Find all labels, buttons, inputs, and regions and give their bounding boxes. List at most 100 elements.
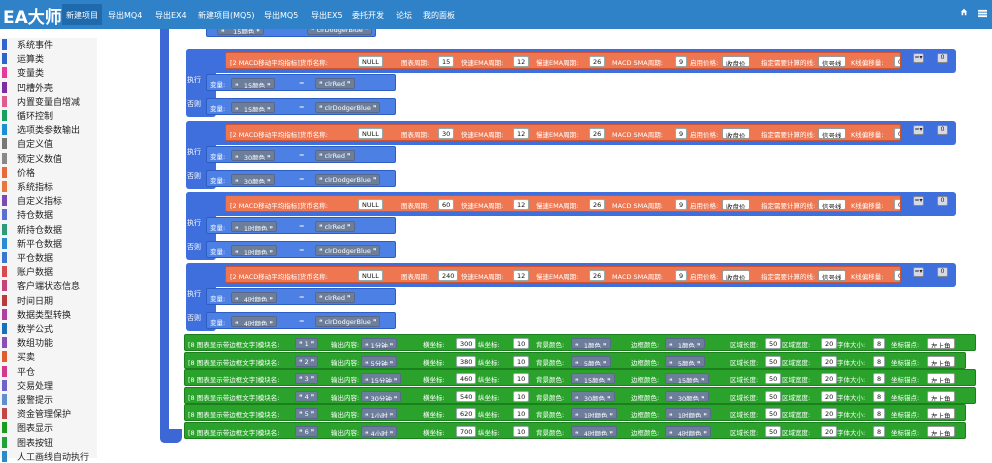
slow-ema-input[interactable]: 26 [589, 270, 606, 281]
variable-name-pill[interactable]: ❝ _1时颜色 ❞ [231, 221, 278, 232]
timeframe-input[interactable]: 60 [438, 199, 455, 210]
height-input[interactable]: 20 [821, 355, 838, 367]
compare-value-input[interactable]: 0 [937, 196, 948, 206]
variable-assign-row[interactable]: ❝ __15颜色 ❞ ❝ clrDodgerBlue ❞ [206, 29, 376, 37]
variable-assign-row[interactable]: 变量: ❝ _4时颜色 ❞ = ❝ clrDodgerBlue ❞ [206, 312, 396, 329]
compare-operator-select[interactable]: =▾ [913, 196, 924, 206]
width-input[interactable]: 50 [765, 390, 782, 402]
bg-color-pill[interactable]: ❝ _5颜色 ❞ [571, 355, 611, 367]
variable-name-pill[interactable]: ❝ _30颜色 ❞ [231, 174, 275, 185]
font-size-input[interactable]: 8 [873, 338, 886, 349]
sma-input[interactable]: 9 [675, 128, 688, 139]
font-size-input[interactable]: 8 [873, 355, 886, 367]
nav-item-4[interactable]: 导出MQ5 [264, 10, 298, 21]
compare-value-input[interactable]: 0 [937, 53, 948, 63]
macd-indicator-block[interactable]: [2 MACD移动平均指标]货币名称: NULL 图表周期: 60 快速EMA周期: 12… [225, 195, 901, 212]
sidebar-item-28[interactable]: 图表按钮 [0, 436, 97, 449]
corner-select[interactable]: 左上角 [927, 355, 955, 367]
compare-operator-select[interactable]: =▾ [913, 125, 924, 135]
content-pill[interactable]: ❝ 4小时 ❞ [361, 425, 398, 437]
sidebar-item-23[interactable]: 平仓 [0, 365, 97, 378]
fast-ema-input[interactable]: 12 [513, 56, 530, 67]
variable-name-pill[interactable]: ❝ _30颜色 ❞ [231, 150, 275, 161]
sma-input[interactable]: 9 [675, 199, 688, 210]
sidebar-item-1[interactable]: 运算类 [0, 52, 97, 65]
chart-label-block[interactable]: [8 图表显示带边框文字]模块名: ❝ 4 ❞ 输出内容: ❝ 30分钟 ❞ 横坐标: 5… [184, 386, 976, 404]
font-size-input[interactable]: 8 [873, 390, 886, 402]
content-pill[interactable]: ❝ 1小时 ❞ [361, 408, 398, 419]
nav-item-6[interactable]: 委托开发 [352, 10, 384, 21]
variable-assign-row[interactable]: 变量: ❝ _4时颜色 ❞ = ❝ clrRed ❞ [206, 288, 396, 305]
sidebar-item-22[interactable]: 买卖 [0, 350, 97, 363]
variable-assign-row[interactable]: 变量: ❝ _1时颜色 ❞ = ❝ clrRed ❞ [206, 217, 396, 234]
line-select[interactable]: 信号线 [818, 56, 846, 67]
slow-ema-input[interactable]: 26 [589, 128, 606, 139]
variable-assign-row[interactable]: 变量: ❝ _15颜色 ❞ = ❝ clrDodgerBlue ❞ [206, 98, 396, 115]
sidebar-item-9[interactable]: 价格 [0, 166, 97, 179]
fast-ema-input[interactable]: 12 [513, 128, 530, 139]
x-input[interactable]: 460 [456, 373, 477, 384]
price-select[interactable]: 收盘价 [722, 270, 750, 281]
sidebar-item-3[interactable]: 凹槽外壳 [0, 81, 97, 94]
symbol-pill[interactable]: NULL [358, 128, 383, 139]
width-input[interactable]: 50 [765, 373, 782, 384]
nav-item-3[interactable]: 新建项目(MQ5) [198, 10, 255, 21]
sidebar-item-20[interactable]: 数学公式 [0, 322, 97, 335]
corner-select[interactable]: 左上角 [927, 373, 955, 384]
chart-label-block[interactable]: [8 图表显示带边框文字]模块名: ❝ 1 ❞ 输出内容: ❝ 1分钟 ❞ 横坐标: 30… [184, 334, 976, 351]
variable-assign-row[interactable]: 变量: ❝ _30颜色 ❞ = ❝ clrDodgerBlue ❞ [206, 170, 396, 187]
nav-item-8[interactable]: 我的面板 [423, 10, 455, 21]
menu-bars-icon[interactable] [978, 9, 987, 18]
color-value-pill[interactable]: ❝ clrDodgerBlue ❞ [315, 174, 381, 185]
sidebar-item-24[interactable]: 交易处理 [0, 379, 97, 392]
sidebar-item-14[interactable]: 新平仓数据 [0, 237, 97, 250]
shift-input[interactable]: 0 [894, 199, 900, 210]
color-value-pill[interactable]: ❝ clrDodgerBlue ❞ [315, 245, 381, 256]
macd-indicator-block[interactable]: [2 MACD移动平均指标]货币名称: NULL 图表周期: 240 快速EMA周期: 1… [225, 266, 901, 283]
price-select[interactable]: 收盘价 [722, 56, 750, 67]
sidebar-item-0[interactable]: 系统事件 [0, 38, 97, 51]
sidebar-item-16[interactable]: 账户数据 [0, 265, 97, 278]
border-color-pill[interactable]: ❝ _5颜色 ❞ [665, 355, 705, 367]
border-color-pill[interactable]: ❝ _4时颜色 ❞ [665, 425, 712, 437]
color-value-pill[interactable]: ❝ clrRed ❞ [315, 292, 355, 303]
x-input[interactable]: 300 [456, 338, 477, 349]
line-select[interactable]: 信号线 [818, 199, 846, 210]
height-input[interactable]: 20 [821, 425, 838, 437]
sidebar-item-27[interactable]: 图表显示 [0, 421, 97, 434]
price-select[interactable]: 收盘价 [722, 199, 750, 210]
nav-item-0[interactable]: 新建项目 [62, 4, 102, 25]
symbol-pill[interactable]: NULL [358, 56, 383, 67]
content-pill[interactable]: ❝ 15分钟 ❞ [361, 373, 402, 384]
width-input[interactable]: 50 [765, 425, 782, 437]
line-select[interactable]: 信号线 [818, 270, 846, 281]
y-input[interactable]: 10 [513, 373, 530, 384]
font-size-input[interactable]: 8 [873, 373, 886, 384]
compare-value-input[interactable]: 0 [937, 267, 948, 277]
corner-select[interactable]: 左上角 [927, 338, 955, 349]
color-value-pill[interactable]: ❝ clrDodgerBlue ❞ [315, 102, 381, 113]
slow-ema-input[interactable]: 26 [589, 56, 606, 67]
block-workspace[interactable]: ❝ __15颜色 ❞❝ clrDodgerBlue ❞如果执行否则[2 MACD… [98, 29, 992, 458]
variable-name-pill[interactable]: ❝ _4时颜色 ❞ [231, 316, 278, 327]
module-name-pill[interactable]: ❝ 6 ❞ [295, 425, 319, 437]
x-input[interactable]: 380 [456, 355, 477, 367]
content-pill[interactable]: ❝ 5分钟 ❞ [361, 355, 398, 367]
corner-select[interactable]: 左上角 [927, 408, 955, 419]
timeframe-input[interactable]: 15 [438, 56, 455, 67]
sidebar-item-19[interactable]: 数据类型转换 [0, 308, 97, 321]
y-input[interactable]: 10 [513, 425, 530, 437]
sidebar-item-7[interactable]: 自定义值 [0, 137, 97, 150]
variable-name-pill[interactable]: ❝ _1时颜色 ❞ [231, 245, 278, 256]
corner-select[interactable]: 左上角 [927, 425, 955, 437]
sidebar-item-29[interactable]: 人工画线自动执行 [0, 450, 97, 463]
content-pill[interactable]: ❝ 1分钟 ❞ [361, 338, 398, 349]
slow-ema-input[interactable]: 26 [589, 199, 606, 210]
sma-input[interactable]: 9 [675, 270, 688, 281]
sidebar-item-26[interactable]: 资金管理保护 [0, 407, 97, 420]
y-input[interactable]: 10 [513, 390, 530, 402]
macd-indicator-block[interactable]: [2 MACD移动平均指标]货币名称: NULL 图表周期: 15 快速EMA周期: 12… [225, 52, 901, 69]
y-input[interactable]: 10 [513, 355, 530, 367]
compare-operator-select[interactable]: =▾ [913, 53, 924, 63]
sidebar-item-17[interactable]: 客户端状态信息 [0, 279, 97, 292]
